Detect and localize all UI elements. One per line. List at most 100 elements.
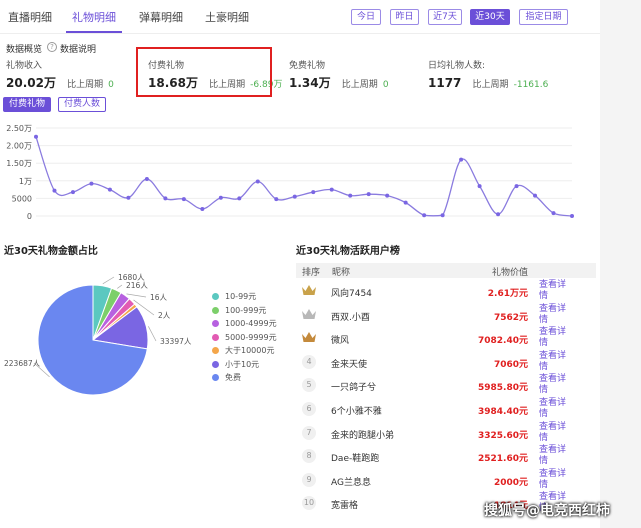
- legend-item[interactable]: 免费: [212, 373, 241, 383]
- rank-row: 5 一只鸽子兮 5985.80元 查看详情: [296, 374, 596, 397]
- top-tab-bar: 直播明细 礼物明细 弹幕明细 土豪明细 今日 昨日 近7天 近30天 指定日期: [0, 0, 600, 34]
- view-detail-link[interactable]: 查看详情: [539, 351, 567, 373]
- data-point[interactable]: [514, 184, 519, 189]
- legend-dot-icon: [212, 333, 219, 341]
- rank-gift-value: 2521.60元: [478, 454, 528, 465]
- overview-help[interactable]: 数据说明: [60, 42, 96, 55]
- data-point[interactable]: [459, 157, 464, 162]
- data-point[interactable]: [570, 214, 574, 218]
- data-point[interactable]: [34, 134, 38, 139]
- view-detail-link[interactable]: 查看详情: [539, 304, 567, 326]
- tab-danmaku-detail[interactable]: 弹幕明细: [139, 9, 183, 25]
- y-tick-label: 5000: [12, 194, 32, 203]
- view-detail-link[interactable]: 查看详情: [539, 374, 567, 396]
- data-point[interactable]: [255, 179, 260, 184]
- y-tick-label: 2.50万: [6, 124, 32, 133]
- rank-gift-value: 3984.40元: [478, 407, 528, 417]
- legend-label: 免费: [225, 373, 241, 382]
- data-point[interactable]: [163, 196, 168, 201]
- data-point[interactable]: [440, 213, 445, 218]
- rank-number: 9: [302, 472, 316, 487]
- legend-item[interactable]: 大于10000元: [212, 346, 274, 356]
- date-filter-today[interactable]: 今日: [351, 9, 381, 25]
- metric-compare-label: 比上周期: [67, 80, 104, 90]
- data-point[interactable]: [274, 197, 279, 202]
- date-filter-7days[interactable]: 近7天: [428, 9, 462, 25]
- view-detail-link[interactable]: 查看详情: [539, 469, 567, 491]
- pie-data-label: 2人: [158, 311, 171, 320]
- data-point[interactable]: [144, 177, 149, 182]
- data-point[interactable]: [422, 213, 427, 218]
- legend-item[interactable]: 5000-9999元: [212, 333, 277, 343]
- rank-row: 8 Dae-鞋跑跑 2521.60元 查看详情: [296, 445, 596, 468]
- data-point[interactable]: [403, 200, 408, 205]
- pie-label-line: [117, 284, 123, 289]
- chart-tab-paid-users[interactable]: 付费人数: [58, 97, 107, 112]
- tab-live-detail[interactable]: 直播明细: [8, 9, 52, 25]
- rank-row: 9 AG兰息息 2000元 查看详情: [296, 469, 596, 492]
- date-filter-custom[interactable]: 指定日期: [519, 9, 568, 25]
- rank-number: 6: [302, 402, 316, 416]
- date-filter-yesterday[interactable]: 昨日: [390, 9, 419, 25]
- pie-label-line: [102, 276, 115, 285]
- tab-gift-detail[interactable]: 礼物明细: [72, 9, 116, 25]
- pie-data-label: 216人: [126, 281, 148, 290]
- data-point[interactable]: [107, 187, 112, 192]
- metric-value: 1177: [428, 76, 462, 90]
- data-point[interactable]: [218, 195, 223, 200]
- y-tick-label: 1.50万: [6, 159, 32, 168]
- rank-col-name: 昵称: [332, 268, 351, 278]
- rank-number: 7: [302, 425, 316, 440]
- data-point[interactable]: [89, 181, 94, 186]
- view-detail-link[interactable]: 查看详情: [539, 327, 567, 349]
- data-point[interactable]: [496, 212, 501, 217]
- pie-chart: 1680人216人16人2人33397人223687人: [4, 273, 192, 396]
- data-point[interactable]: [237, 196, 242, 201]
- data-point[interactable]: [200, 206, 205, 211]
- view-detail-link[interactable]: 查看详情: [539, 280, 567, 302]
- view-detail-link[interactable]: 查看详情: [539, 398, 567, 420]
- view-detail-link[interactable]: 查看详情: [539, 422, 567, 444]
- date-filter-30days[interactable]: 近30天: [470, 9, 510, 25]
- data-point[interactable]: [70, 190, 75, 195]
- pie-label-line: [148, 326, 157, 342]
- data-point[interactable]: [366, 192, 371, 197]
- chart-tab-paid-gift[interactable]: 付费礼物: [3, 97, 52, 112]
- legend-item[interactable]: 100-999元: [212, 306, 266, 316]
- legend-item[interactable]: 10-99元: [212, 292, 256, 302]
- legend-label: 小于10元: [225, 359, 260, 369]
- data-point[interactable]: [477, 184, 482, 189]
- data-point[interactable]: [551, 211, 556, 216]
- legend-dot-icon: [212, 360, 219, 368]
- pie-data-label: 33397人: [160, 337, 192, 346]
- data-point[interactable]: [181, 197, 186, 202]
- legend-label: 10-99元: [225, 292, 257, 301]
- tab-tycoon-detail[interactable]: 土豪明细: [205, 9, 249, 25]
- data-point[interactable]: [292, 194, 297, 199]
- data-point[interactable]: [329, 187, 334, 192]
- data-point[interactable]: [311, 190, 316, 195]
- rank-row: 7 金来的跑腿小弟 3325.60元 查看详情: [296, 422, 596, 445]
- series-line: [35, 136, 573, 217]
- legend-dot-icon: [212, 306, 219, 314]
- rank-gift-value: 7562元: [493, 312, 528, 323]
- line-chart: 2.50万 2.00万 1.50万 1万 5000 0: [6, 124, 574, 221]
- metric-compare-value: 0: [382, 80, 389, 90]
- right-margin: [600, 0, 641, 528]
- legend-item[interactable]: 1000-4999元: [212, 319, 277, 329]
- help-icon[interactable]: ?: [47, 42, 57, 52]
- view-detail-link[interactable]: 查看详情: [539, 445, 567, 467]
- legend-label: 大于10000元: [225, 346, 275, 355]
- data-point[interactable]: [533, 193, 538, 198]
- data-point[interactable]: [52, 188, 57, 193]
- rank-user-name: 一只鸽子兮: [331, 383, 377, 394]
- data-point[interactable]: [385, 193, 390, 198]
- legend-item[interactable]: 小于10元: [212, 360, 259, 370]
- metric-gift-income: 礼物收入 20.02万 比上周期 0: [6, 58, 114, 91]
- data-point[interactable]: [126, 195, 131, 200]
- rank-gift-value: 7060元: [493, 359, 528, 370]
- y-tick-label: 2.00万: [6, 142, 32, 151]
- metric-free-gift: 免费礼物 1.34万 比上周期 0: [289, 58, 389, 91]
- pie-data-label: 16人: [150, 293, 168, 302]
- data-point[interactable]: [348, 193, 353, 198]
